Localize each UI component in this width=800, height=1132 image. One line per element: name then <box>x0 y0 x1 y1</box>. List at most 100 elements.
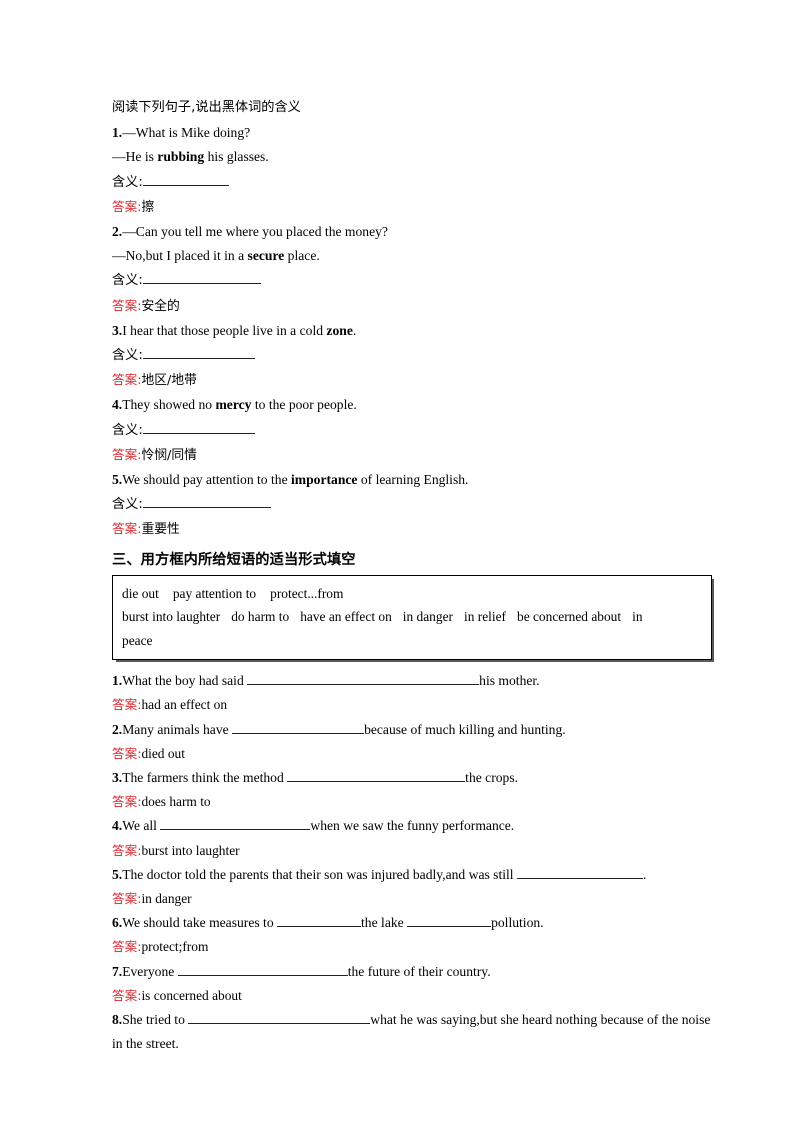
fill-in-blank[interactable] <box>142 172 229 186</box>
answer-value: does harm to <box>141 794 211 810</box>
item-text-mid: the lake <box>361 915 408 931</box>
section-three-heading: 三、用方框内所给短语的适当形式填空 <box>112 551 356 568</box>
answer-label: 答案 <box>112 697 138 713</box>
phrase-have-an-effect-on: have an effect on <box>300 609 392 625</box>
answer-label: 答案 <box>112 794 138 810</box>
item-number: 2. <box>112 224 123 240</box>
item-number: 1. <box>112 673 123 689</box>
fill-in-blank[interactable] <box>177 962 348 976</box>
fill-in-blank-a[interactable] <box>277 913 362 928</box>
fill-item-4: 4.We all when we saw the funny performan… <box>112 814 712 838</box>
fill-answer-2: 答案:died out <box>112 742 712 766</box>
phrase-bank-box: die out pay attention to protect...from bu… <box>112 574 712 661</box>
item-text-pre: We should pay attention to the <box>122 472 291 488</box>
meaning-prompt-5: 含义: <box>112 492 712 517</box>
phrase-protect-from: protect...from <box>270 585 344 601</box>
item-text-post: his glasses. <box>204 149 269 165</box>
answer-value: in danger <box>141 890 192 906</box>
fill-item-2: 2.Many animals have because of much kill… <box>112 718 712 742</box>
fill-answer-1: 答案:had an effect on <box>112 693 712 717</box>
fill-in-blank[interactable] <box>247 671 480 686</box>
fill-in-blank[interactable] <box>232 720 365 734</box>
answer-value: died out <box>141 745 185 761</box>
fill-item-8: 8.She tried to what he was saying,but sh… <box>112 1008 712 1056</box>
phrase-die-out: die out <box>122 585 159 601</box>
item-number: 5. <box>112 472 123 488</box>
answer-label: 答案 <box>112 939 138 955</box>
item-text-post: of learning English. <box>357 472 469 488</box>
bold-keyword: secure <box>247 248 285 264</box>
answer-line-2: 答案:安全的 <box>112 294 712 319</box>
fill-in-blank-b[interactable] <box>407 913 492 928</box>
answer-value: 地区/地带 <box>141 373 197 389</box>
answer-value: is concerned about <box>141 987 242 1003</box>
item-text-post: when we saw the funny performance. <box>310 818 515 834</box>
phrase-be-concerned-about: be concerned about <box>517 609 622 625</box>
meaning-prompt-3: 含义: <box>112 343 712 368</box>
fill-in-blank[interactable] <box>142 345 255 360</box>
fill-in-blank[interactable] <box>287 768 466 782</box>
item-text: —What is Mike doing? <box>122 125 251 141</box>
question-item-3-line-1: 3.I hear that those people live in a col… <box>112 319 712 343</box>
item-text-pre: What the boy had said <box>122 673 248 689</box>
question-item-2-line-2: —No,but I placed it in a secure place. <box>112 244 712 268</box>
question-item-4-line-1: 4.They showed no mercy to the poor peopl… <box>112 393 712 417</box>
item-text: —Can you tell me where you placed the mo… <box>122 224 388 240</box>
answer-label: 答案 <box>112 521 138 537</box>
section-two: 阅读下列句子,说出黑体词的含义 1.—What is Mike doing? —… <box>112 96 712 543</box>
fill-in-blank[interactable] <box>142 271 261 285</box>
answer-label: 答案 <box>112 297 138 313</box>
bold-keyword: zone <box>326 322 353 338</box>
item-text-post: . <box>352 322 357 338</box>
item-number: 3. <box>112 322 123 338</box>
phrase-bank-row-2: burst into laughter do harm to have an eff… <box>122 605 702 629</box>
fill-item-7: 7.Everyone the future of their country. <box>112 960 712 984</box>
item-number: 7. <box>112 963 123 979</box>
fill-item-3: 3.The farmers think the method the crops… <box>112 766 712 790</box>
meaning-prompt-1: 含义: <box>112 170 712 195</box>
meaning-label: 含义: <box>112 497 143 513</box>
item-text-post: the future of their country. <box>347 963 491 979</box>
answer-line-4: 答案:怜悯/同情 <box>112 443 712 468</box>
answer-value: protect;from <box>141 939 209 955</box>
meaning-prompt-4: 含义: <box>112 418 712 443</box>
fill-in-blank[interactable] <box>160 816 311 831</box>
answer-line-1: 答案:擦 <box>112 195 712 220</box>
item-text-pre: She tried to <box>122 1012 189 1027</box>
fill-in-blank[interactable] <box>142 420 255 434</box>
answer-label: 答案 <box>112 745 138 761</box>
item-text-pre: The farmers think the method <box>122 769 288 785</box>
fill-answer-6: 答案:protect;from <box>112 935 712 959</box>
answer-line-3: 答案:地区/地带 <box>112 368 712 393</box>
meaning-label: 含义: <box>112 422 143 438</box>
fill-in-blank[interactable] <box>188 1010 371 1024</box>
item-number: 2. <box>112 721 123 737</box>
fill-in-blank[interactable] <box>516 865 643 879</box>
section-two-instruction: 阅读下列句子,说出黑体词的含义 <box>112 100 301 115</box>
phrase-in-relief: in relief <box>463 609 506 625</box>
fill-in-blank[interactable] <box>142 494 271 509</box>
fill-item-1: 1.What the boy had said his mother. <box>112 669 712 693</box>
phrase-in-peace-part1: in <box>632 609 643 625</box>
item-text-pre: Everyone <box>122 963 178 979</box>
item-text-post: pollution. <box>491 915 544 931</box>
item-text-pre: We should take measures to <box>122 915 278 931</box>
phrase-burst-into-laughter: burst into laughter <box>122 609 221 625</box>
item-text-pre: We all <box>122 818 161 834</box>
section-three: 三、用方框内所给短语的适当形式填空 die out pay attention t… <box>112 548 712 1057</box>
item-text-post: his mother. <box>479 673 540 689</box>
item-text-pre: Many animals have <box>122 721 233 737</box>
bold-keyword: importance <box>291 472 358 488</box>
question-item-1-line-1: 1.—What is Mike doing? <box>112 121 712 145</box>
item-number: 6. <box>112 915 123 931</box>
bold-keyword: rubbing <box>157 149 205 165</box>
item-number: 1. <box>112 125 123 141</box>
answer-label: 答案 <box>112 842 138 858</box>
answer-value: 安全的 <box>141 298 180 314</box>
item-number: 5. <box>112 866 123 882</box>
question-item-2-line-1: 2.—Can you tell me where you placed the … <box>112 220 712 244</box>
meaning-prompt-2: 含义: <box>112 268 712 293</box>
item-number: 4. <box>112 818 123 834</box>
item-text-pre: —No,but I placed it in a <box>112 248 248 264</box>
answer-label: 答案 <box>112 987 138 1003</box>
